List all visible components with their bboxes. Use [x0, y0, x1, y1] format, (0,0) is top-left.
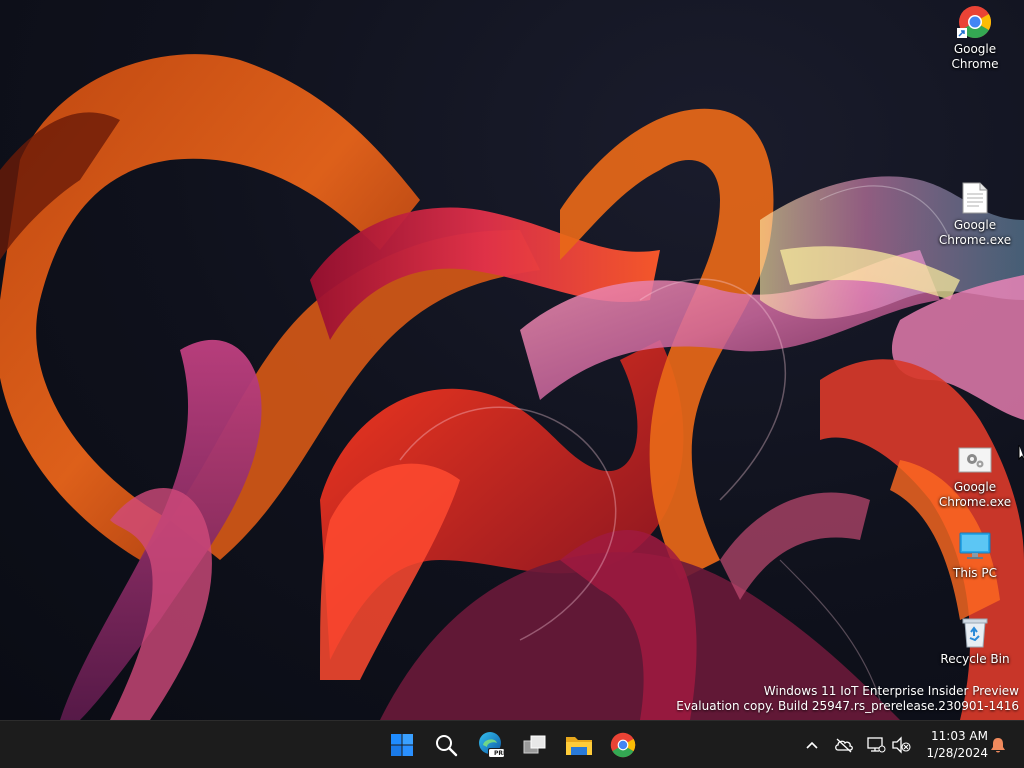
folder-icon: [566, 737, 592, 755]
task-view-button[interactable]: [516, 726, 554, 764]
desktop-icon-label: This PC: [953, 566, 997, 580]
edge-pre-badge: PRE: [494, 750, 508, 757]
search-icon: [436, 735, 458, 757]
bell-icon: [991, 738, 1005, 753]
desktop-icon-label: Recycle Bin: [940, 652, 1010, 666]
volume-tray-button[interactable]: [889, 733, 913, 757]
desktop-icon-label: Google Chrome.exe: [938, 218, 1012, 247]
watermark-edition: Windows 11 IoT Enterprise Insider Previe…: [763, 684, 1019, 698]
desktop-icon-label: Google Chrome: [951, 42, 999, 71]
onedrive-offline-icon: [835, 738, 853, 753]
file-explorer-button[interactable]: [560, 726, 598, 764]
wallpaper-ribbons: [0, 54, 1024, 720]
taskbar: PRE 11:03 AM 1/28/2024: [0, 720, 1024, 768]
network-tray-button[interactable]: [864, 733, 888, 757]
desktop-icon-label: Google Chrome.exe: [938, 480, 1012, 509]
volume-muted-icon: [892, 736, 911, 754]
watermark-build: Evaluation copy. Build 25947.rs_prerelea…: [676, 699, 1019, 713]
onedrive-tray-button[interactable]: [832, 733, 856, 757]
chrome-icon: [610, 732, 636, 758]
document-icon: [957, 180, 993, 216]
windows-logo-icon: [391, 734, 413, 756]
google-chrome-exe-file[interactable]: Google Chrome.exe: [936, 180, 1014, 248]
clock-date: 1/28/2024: [926, 746, 988, 760]
edge-preview-button[interactable]: PRE: [472, 726, 510, 764]
recycle-bin[interactable]: Recycle Bin: [936, 614, 1014, 667]
chrome-taskbar-button[interactable]: [604, 726, 642, 764]
notifications-button[interactable]: [986, 733, 1010, 757]
network-icon: [867, 737, 886, 753]
date-time-button[interactable]: 11:03 AM 1/28/2024: [916, 728, 988, 762]
shortcut-arrow-icon: [957, 28, 967, 38]
mouse-cursor: [1018, 444, 1024, 466]
google-chrome-shortcut[interactable]: Google Chrome: [936, 4, 1014, 72]
installer-gear-icon: [957, 442, 993, 478]
monitor-icon: [957, 528, 993, 564]
this-pc[interactable]: This PC: [936, 528, 1014, 581]
google-chrome-exe-installer[interactable]: Google Chrome.exe: [936, 442, 1014, 510]
search-button[interactable]: [427, 726, 465, 764]
recycle-bin-icon: [957, 614, 993, 650]
start-button[interactable]: [383, 726, 421, 764]
desktop-wallpaper: [0, 0, 1024, 720]
show-hidden-icons-button[interactable]: [800, 733, 824, 757]
chevron-up-icon: [806, 741, 818, 749]
evaluation-watermark: Windows 11 IoT Enterprise Insider Previe…: [676, 684, 1019, 714]
chrome-icon: [957, 4, 993, 40]
clock-time: 11:03 AM: [931, 729, 988, 743]
task-view-icon: [523, 735, 546, 754]
